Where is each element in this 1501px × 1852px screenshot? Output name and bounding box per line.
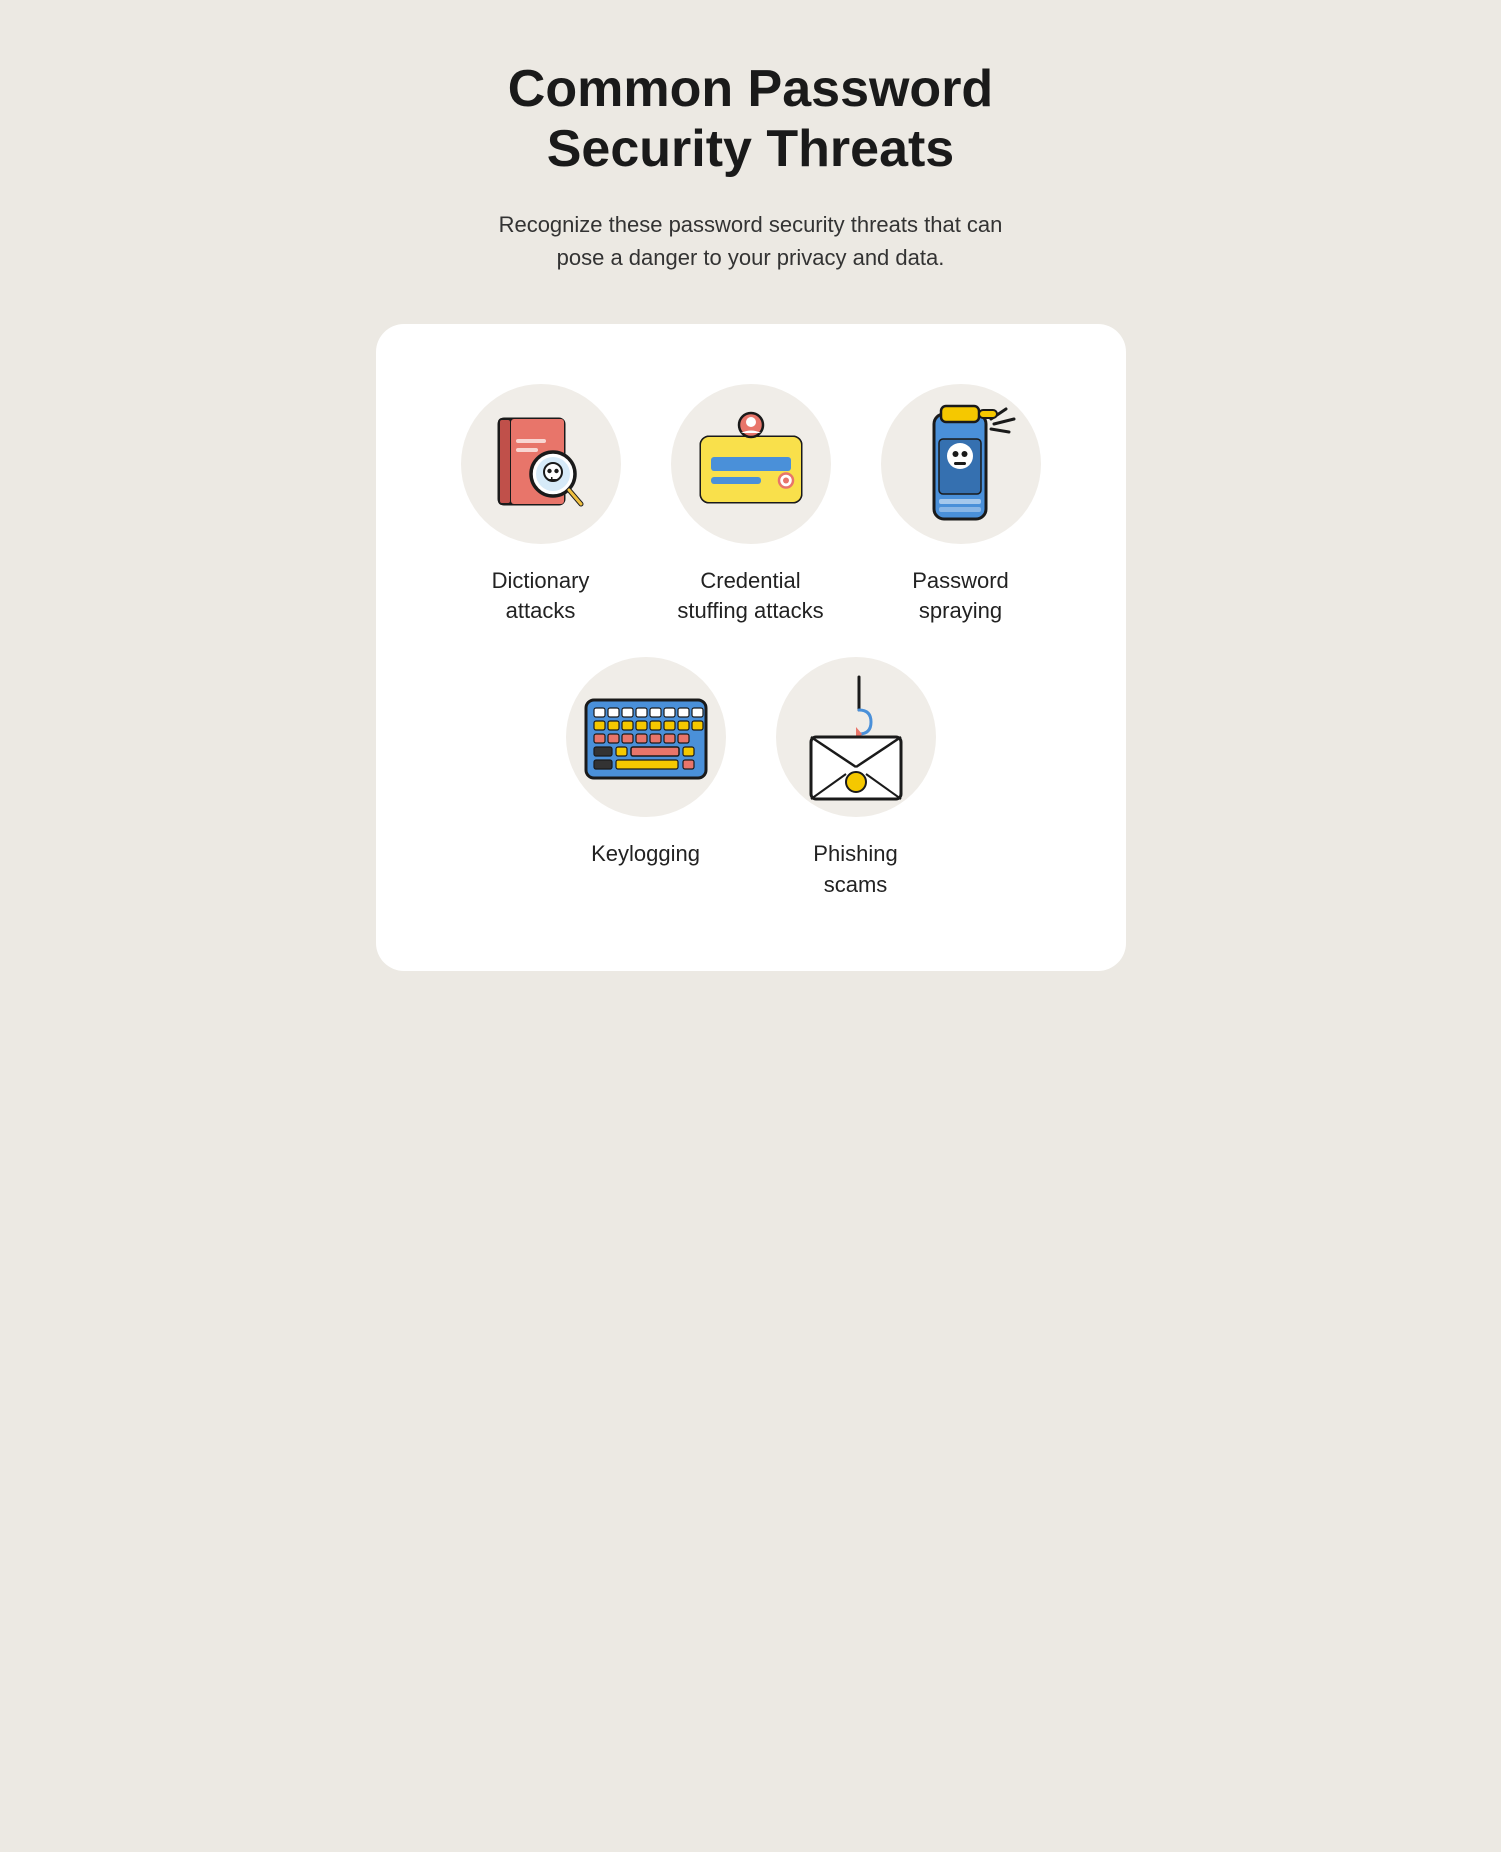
page-title: Common Password Security Threats [508,60,993,180]
threats-top-row: Dictionary attacks [426,384,1076,628]
threat-item-spraying: Password spraying [866,384,1056,628]
phishing-scams-icon [791,672,921,802]
phishing-icon-circle [776,657,936,817]
threat-item-keylogging: Keylogging [551,657,741,901]
keylogging-icon [576,682,716,792]
keylogging-label: Keylogging [591,839,700,870]
spraying-icon-circle [881,384,1041,544]
page-subtitle: Recognize these password security threat… [481,208,1021,274]
threat-item-credential: Credential stuffing attacks [656,384,846,628]
password-spraying-icon [906,394,1016,534]
keylogging-icon-circle [566,657,726,817]
threats-card: Dictionary attacks [376,324,1126,971]
credential-icon-circle [671,384,831,544]
threat-item-phishing: Phishing scams [761,657,951,901]
credential-stuffing-label: Credential stuffing attacks [677,566,823,628]
password-spraying-label: Password spraying [912,566,1009,628]
phishing-scams-label: Phishing scams [813,839,897,901]
dictionary-attacks-label: Dictionary attacks [492,566,590,628]
page-wrapper: Common Password Security Threats Recogni… [376,60,1126,971]
threat-item-dictionary: Dictionary attacks [446,384,636,628]
credential-stuffing-icon [686,409,816,519]
threats-bottom-row: Keylogging [426,657,1076,901]
dictionary-icon-circle [461,384,621,544]
dictionary-attacks-icon [481,404,601,524]
